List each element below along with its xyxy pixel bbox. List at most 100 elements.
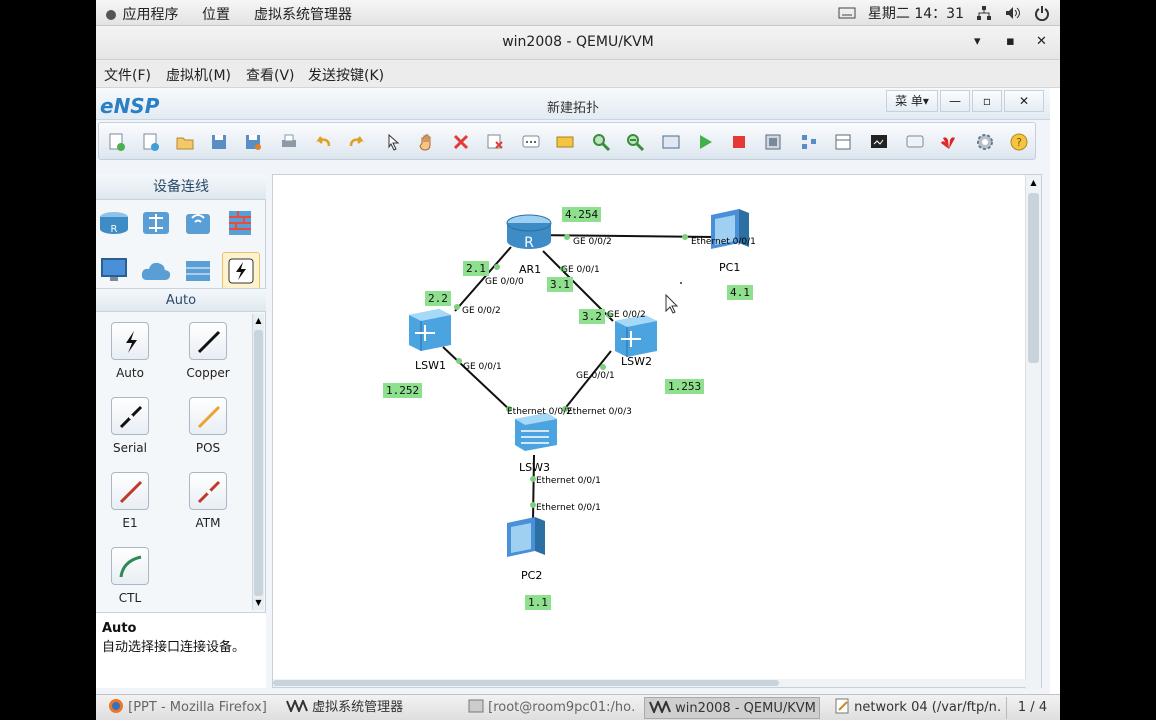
ensp-minimize-button[interactable]: — [940,90,970,112]
cable-ctl[interactable]: CTL [100,547,160,605]
canvas-horizontal-scrollbar[interactable] [273,679,1027,687]
switch-lsw1-icon[interactable] [409,309,451,351]
ip-note[interactable]: 4.254 [562,207,602,222]
ip-note[interactable]: 3.1 [547,277,573,292]
ip-note[interactable]: 3.2 [579,309,605,324]
save-as-icon[interactable] [243,132,263,152]
scroll-thumb[interactable] [1028,193,1039,363]
task-firefox[interactable]: [PPT - Mozilla Firefox] [104,697,272,719]
other-device-category-icon[interactable] [182,256,214,286]
text-note-icon[interactable] [521,132,541,152]
settings-gear-icon[interactable] [975,132,995,152]
ip-note[interactable]: 1.252 [383,383,423,398]
topology-icon[interactable] [799,132,819,152]
link-lsw1-lsw3[interactable] [442,346,512,412]
delete-icon[interactable] [451,132,471,152]
cable-list-scrollbar[interactable]: ▲ ▼ [252,314,264,610]
qemu-menubar: 文件(F) 虚拟机(M) 查看(V) 发送按键(K) [96,60,1060,88]
canvas-vertical-scrollbar[interactable]: ▲ [1025,175,1041,689]
pc2-icon[interactable] [507,517,545,557]
task-vm-manager[interactable]: 虚拟系统管理器 [282,697,452,719]
applications-menu[interactable]: 应用程序 [104,4,178,24]
ensp-menu-button[interactable]: 菜 单▾ [886,90,938,112]
task-label: win2008 - QEMU/KVM [675,701,816,716]
cable-serial[interactable]: Serial [100,397,160,455]
capture-icon[interactable] [763,132,783,152]
svg-text:?: ? [1016,136,1022,149]
ip-note[interactable]: 4.1 [727,285,753,300]
workspace-pager[interactable]: 1 / 4 [1006,697,1058,719]
task-text-editor[interactable]: network 04 (/var/ftp/n… [830,697,1000,719]
select-pointer-icon[interactable] [383,132,403,152]
ip-note[interactable]: 2.1 [463,261,489,276]
switch-category-icon[interactable] [140,208,172,238]
undo-icon[interactable] [313,132,333,152]
router-ar1-icon[interactable]: R [506,214,552,251]
pan-hand-icon[interactable] [417,132,437,152]
ip-note[interactable]: 1.253 [665,379,705,394]
menu-send-key[interactable]: 发送按键(K) [308,65,384,85]
task-label: 虚拟系统管理器 [312,700,404,715]
redo-icon[interactable] [347,132,367,152]
help-icon[interactable]: ? [1009,132,1029,152]
link-lsw2-lsw3[interactable] [562,350,612,412]
cable-e1[interactable]: E1 [100,472,160,530]
cable-pos[interactable]: POS [178,397,238,455]
device-panel-title: 设备连线 [96,174,266,200]
topology-canvas[interactable]: R AR1 PC1 LSW1 LSW2 LSW3 PC2 GE 0/0/2 Et… [272,174,1042,689]
ensp-maximize-button[interactable]: ▫ [972,90,1002,112]
grid-icon[interactable] [833,132,853,152]
ip-note[interactable]: 2.2 [425,291,451,306]
menu-view[interactable]: 查看(V) [246,65,295,85]
cable-atm[interactable]: ATM [178,472,238,530]
switch-lsw2-icon[interactable] [615,315,657,357]
print-icon[interactable] [279,132,299,152]
huawei-logo-icon[interactable] [939,132,959,152]
open-icon[interactable] [175,132,195,152]
stop-device-icon[interactable] [729,132,749,152]
switch-lsw3-icon[interactable] [515,413,557,451]
places-menu[interactable]: 位置 [202,4,230,24]
ensp-close-button[interactable]: ✕ [1004,90,1044,112]
palette-icon[interactable] [555,132,575,152]
scroll-up-icon[interactable]: ▲ [1028,177,1039,189]
new-example-icon[interactable] [141,132,161,152]
keyboard-icon[interactable] [838,6,856,20]
menu-file[interactable]: 文件(F) [104,65,151,85]
cable-copper[interactable]: Copper [178,322,238,380]
scroll-down-icon[interactable]: ▼ [254,598,263,608]
vm-manager-launcher[interactable]: 虚拟系统管理器 [254,4,352,24]
scroll-thumb[interactable] [273,680,779,686]
task-terminal[interactable]: [root@room9pc01:/ho… [464,697,636,719]
console-icon[interactable] [869,132,889,152]
start-device-icon[interactable] [695,132,715,152]
ip-note[interactable]: 1.1 [525,595,551,610]
cable-description: Auto 自动选择接口连接设备。 [96,612,266,688]
scroll-up-icon[interactable]: ▲ [254,316,263,326]
scroll-thumb[interactable] [254,330,263,596]
delete-link-icon[interactable] [485,132,505,152]
wireless-category-icon[interactable] [182,208,214,238]
menu-virtual-machine[interactable]: 虚拟机(M) [166,65,231,85]
zoom-out-icon[interactable] [625,132,645,152]
fit-screen-icon[interactable] [661,132,681,152]
pc-category-icon[interactable] [98,256,130,286]
comment-icon[interactable] [905,132,925,152]
firewall-category-icon[interactable] [224,208,256,238]
cable-auto[interactable]: Auto [100,322,160,380]
zoom-in-icon[interactable] [591,132,611,152]
foot-icon [106,10,116,20]
router-category-icon[interactable]: R [98,208,130,238]
cloud-category-icon[interactable] [140,256,172,286]
power-icon[interactable] [1034,5,1050,21]
connection-category-selected[interactable] [222,252,260,290]
volume-icon[interactable] [1004,5,1022,21]
new-topology-icon[interactable] [107,132,127,152]
network-icon[interactable] [976,5,992,21]
save-icon[interactable] [209,132,229,152]
clock[interactable]: 星期二 14：31 [868,3,964,23]
close-button[interactable]: ✕ [1036,34,1047,49]
task-qemu-active[interactable]: win2008 - QEMU/KVM [644,697,820,719]
minimize-button[interactable]: ▾ [974,34,981,49]
maximize-button[interactable]: ▪ [1006,34,1015,49]
